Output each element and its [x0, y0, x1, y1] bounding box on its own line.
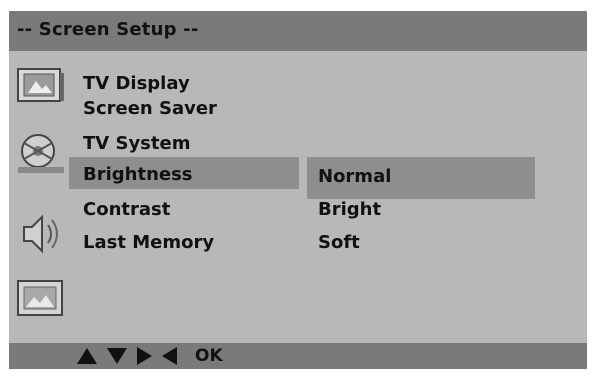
display-setup-icon[interactable]: [14, 63, 68, 109]
arrow-right-icon: [137, 347, 152, 365]
option-bright[interactable]: Bright: [318, 199, 381, 220]
menu-item-brightness[interactable]: Brightness: [83, 164, 193, 185]
nav-hint: OK: [77, 343, 223, 369]
option-normal[interactable]: Normal: [318, 166, 391, 187]
menu-item-last-memory[interactable]: Last Memory: [83, 232, 214, 253]
arrow-down-icon: [107, 348, 127, 364]
picture-setup-icon[interactable]: [14, 275, 68, 321]
arrow-left-icon: [162, 347, 177, 365]
ok-label: OK: [195, 346, 223, 366]
menu-item-tv-display[interactable]: TV Display: [83, 73, 190, 94]
menu-item-tv-system[interactable]: TV System: [83, 133, 190, 154]
option-soft[interactable]: Soft: [318, 232, 360, 253]
audio-speaker-icon[interactable]: [14, 211, 68, 257]
header-bar: -- Screen Setup --: [9, 11, 587, 51]
arrow-up-icon: [77, 348, 97, 364]
footer-bar: OK: [9, 343, 587, 369]
menu-item-contrast[interactable]: Contrast: [83, 199, 170, 220]
menu-item-screen-saver[interactable]: Screen Saver: [83, 98, 217, 119]
page-title: -- Screen Setup --: [17, 19, 199, 40]
video-reel-icon[interactable]: [14, 131, 68, 177]
osd-screen: -- Screen Setup -- TV Display Screen Sav…: [9, 11, 587, 369]
